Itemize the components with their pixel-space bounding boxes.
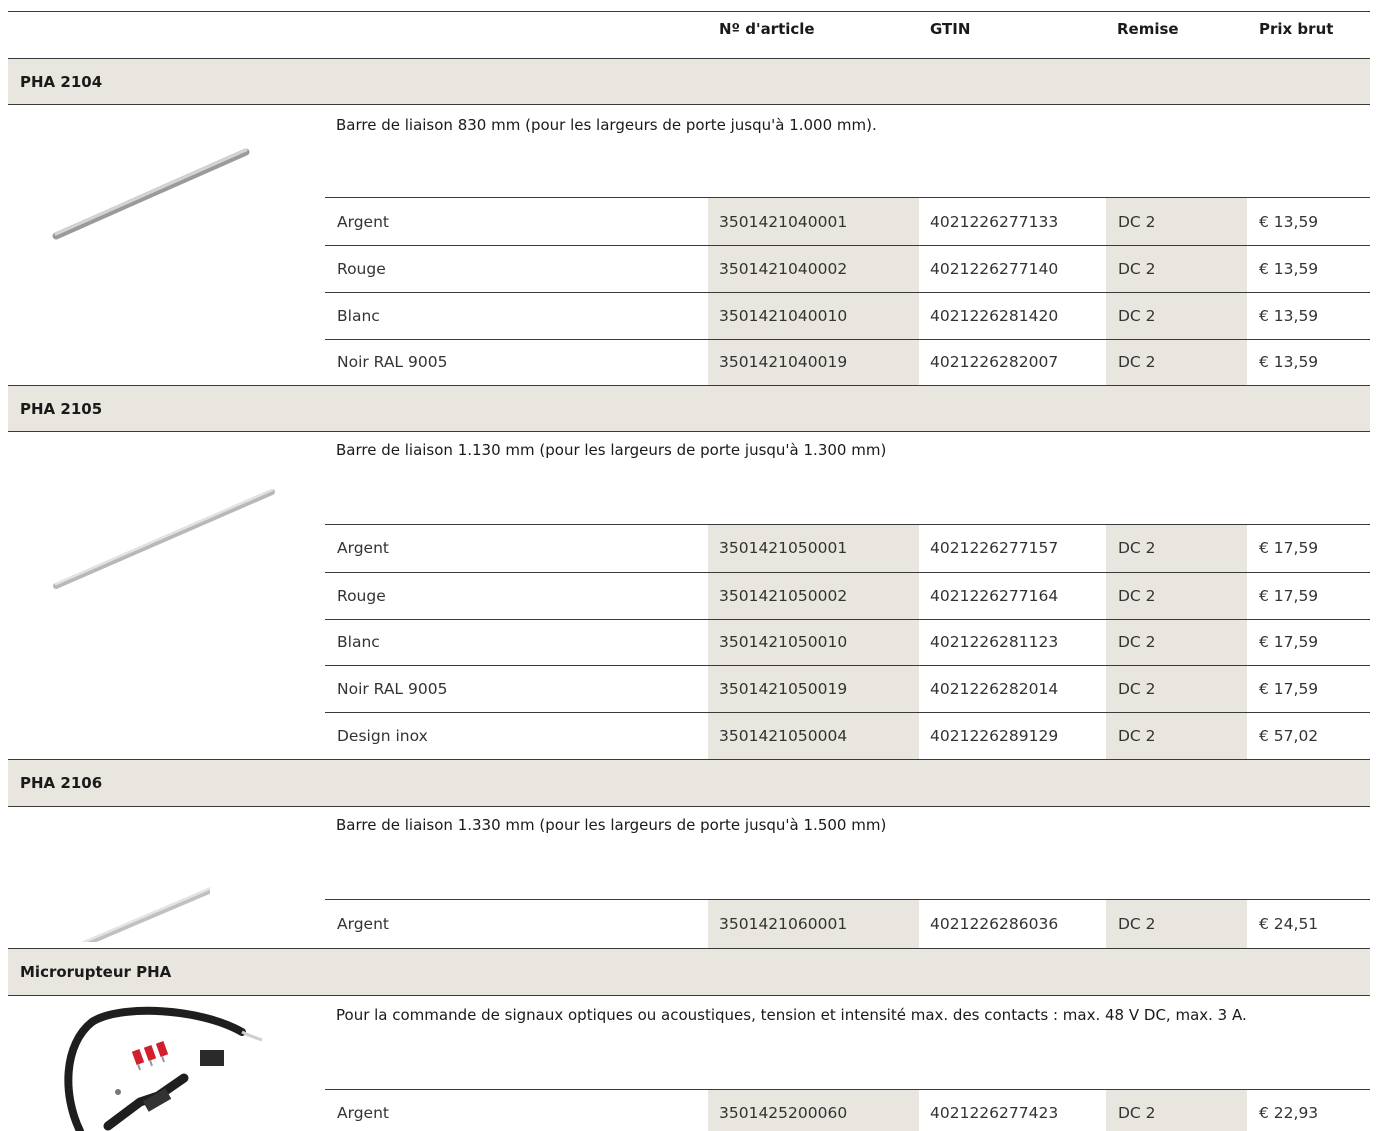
article-number: 3501421040010 [719, 307, 848, 325]
article-number: 3501421050019 [719, 680, 848, 698]
article-number: 3501421040002 [719, 260, 848, 278]
discount-value: DC 2 [1118, 680, 1156, 698]
article-number: 3501421060001 [719, 915, 848, 933]
variant-label: Rouge [337, 260, 386, 278]
gtin-value: 4021226286036 [930, 915, 1059, 933]
section-rule [8, 995, 1370, 996]
variant-label: Rouge [337, 587, 386, 605]
price-value: € 17,59 [1259, 587, 1319, 605]
product-description: Barre de liaison 1.130 mm (pour les larg… [336, 441, 887, 459]
price-value: € 24,51 [1259, 915, 1319, 933]
article-number: 3501421050001 [719, 539, 848, 557]
price-value: € 57,02 [1259, 727, 1319, 745]
variant-label: Argent [337, 915, 389, 933]
article-number: 3501425200060 [719, 1104, 848, 1122]
connecting-bar-icon [40, 480, 280, 600]
section-rule [8, 104, 1370, 105]
discount-value: DC 2 [1118, 727, 1156, 745]
article-number: 3501421050002 [719, 587, 848, 605]
discount-value: DC 2 [1118, 587, 1156, 605]
product-name: PHA 2105 [20, 400, 103, 418]
column-header-price: Prix brut [1259, 20, 1334, 38]
product-description: Barre de liaison 1.330 mm (pour les larg… [336, 816, 887, 834]
article-number: 3501421040019 [719, 353, 848, 371]
product-header: PHA 2105 [8, 386, 1370, 432]
variant-label: Argent [337, 213, 389, 231]
product-name: PHA 2104 [20, 73, 103, 91]
variant-label: Noir RAL 9005 [337, 353, 448, 371]
product-name: Microrupteur PHA [20, 963, 172, 981]
price-value: € 13,59 [1259, 260, 1319, 278]
variant-label: Noir RAL 9005 [337, 680, 448, 698]
gtin-value: 4021226277423 [930, 1104, 1059, 1122]
connecting-bar-icon [40, 880, 210, 942]
article-number: 3501421050010 [719, 633, 848, 651]
top-rule [8, 11, 1370, 12]
gtin-value: 4021226277164 [930, 587, 1059, 605]
column-header-discount: Remise [1117, 20, 1179, 38]
discount-value: DC 2 [1118, 307, 1156, 325]
discount-value: DC 2 [1118, 260, 1156, 278]
column-header-article: Nº d'article [719, 20, 815, 38]
discount-value: DC 2 [1118, 539, 1156, 557]
discount-value: DC 2 [1118, 915, 1156, 933]
gtin-value: 4021226281420 [930, 307, 1059, 325]
price-value: € 17,59 [1259, 539, 1319, 557]
product-description: Barre de liaison 830 mm (pour les largeu… [336, 116, 877, 134]
price-value: € 22,93 [1259, 1104, 1319, 1122]
column-header-gtin: GTIN [930, 20, 971, 38]
gtin-value: 4021226289129 [930, 727, 1059, 745]
price-value: € 13,59 [1259, 307, 1319, 325]
gtin-value: 4021226277133 [930, 213, 1059, 231]
discount-value: DC 2 [1118, 633, 1156, 651]
discount-value: DC 2 [1118, 213, 1156, 231]
gtin-value: 4021226277157 [930, 539, 1059, 557]
gtin-value: 4021226277140 [930, 260, 1059, 278]
variant-label: Argent [337, 539, 389, 557]
product-header: PHA 2106 [8, 760, 1370, 806]
gtin-value: 4021226282007 [930, 353, 1059, 371]
gtin-value: 4021226282014 [930, 680, 1059, 698]
section-rule [8, 806, 1370, 807]
price-value: € 13,59 [1259, 353, 1319, 371]
variant-label: Design inox [337, 727, 428, 745]
product-description: Pour la commande de signaux optiques ou … [336, 1006, 1247, 1024]
product-header: PHA 2104 [8, 59, 1370, 105]
discount-value: DC 2 [1118, 353, 1156, 371]
variant-label: Argent [337, 1104, 389, 1122]
product-header: Microrupteur PHA [8, 949, 1370, 995]
discount-value: DC 2 [1118, 1104, 1156, 1122]
variant-label: Blanc [337, 633, 380, 651]
section-rule [8, 431, 1370, 432]
price-value: € 17,59 [1259, 680, 1319, 698]
variant-label: Blanc [337, 307, 380, 325]
product-name: PHA 2106 [20, 774, 103, 792]
article-number: 3501421050004 [719, 727, 848, 745]
gtin-value: 4021226281123 [930, 633, 1059, 651]
microswitch-cable-icon [50, 1004, 280, 1131]
article-number: 3501421040001 [719, 213, 848, 231]
connecting-bar-icon [40, 140, 260, 250]
price-value: € 13,59 [1259, 213, 1319, 231]
price-value: € 17,59 [1259, 633, 1319, 651]
